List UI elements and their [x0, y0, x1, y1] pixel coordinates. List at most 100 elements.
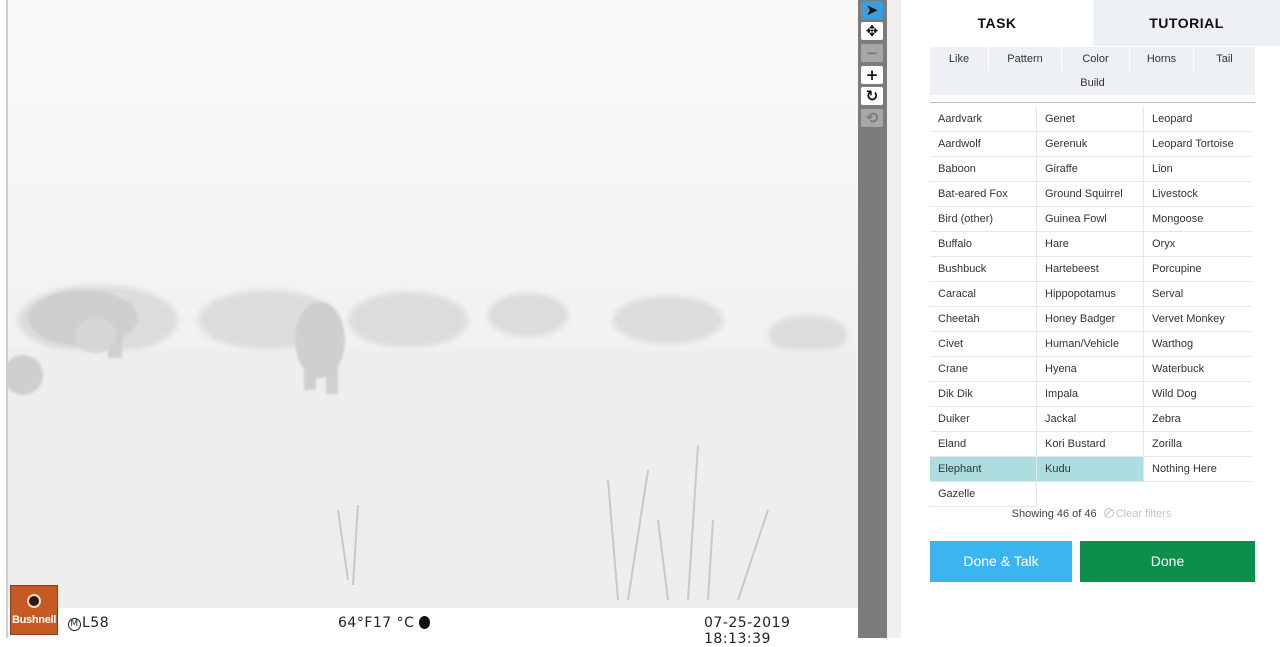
- species-waterbuck[interactable]: Waterbuck: [1144, 357, 1252, 382]
- species-warthog[interactable]: Warthog: [1144, 332, 1252, 357]
- species-caracal[interactable]: Caracal: [930, 282, 1037, 307]
- species-hartebeest[interactable]: Hartebeest: [1037, 257, 1144, 282]
- reset-icon[interactable]: ⟲: [861, 109, 883, 127]
- temperature-readout: 64°F17 °C: [338, 615, 431, 631]
- species-row: Bat-eared Fox Ground Squirrel Livestock: [930, 182, 1253, 207]
- species-hippopotamus[interactable]: Hippopotamus: [1037, 282, 1144, 307]
- species-leopard-tortoise[interactable]: Leopard Tortoise: [1144, 132, 1252, 157]
- species-row: Eland Kori Bustard Zorilla: [930, 432, 1253, 457]
- panel-divider: [887, 0, 901, 638]
- species-leopard[interactable]: Leopard: [1144, 107, 1252, 132]
- species-impala[interactable]: Impala: [1037, 382, 1144, 407]
- camera-mode-icon: M: [68, 618, 81, 631]
- species-cheetah[interactable]: Cheetah: [930, 307, 1037, 332]
- species-genet[interactable]: Genet: [1037, 107, 1144, 132]
- species-row: Gazelle: [930, 482, 1253, 507]
- clear-icon: [1103, 508, 1114, 518]
- species-row: Duiker Jackal Zebra: [930, 407, 1253, 432]
- species-lion[interactable]: Lion: [1144, 157, 1252, 182]
- move-icon[interactable]: ✥: [861, 22, 883, 40]
- species-empty-cell: [1144, 482, 1252, 507]
- species-baboon[interactable]: Baboon: [930, 157, 1037, 182]
- tab-tutorial[interactable]: TUTORIAL: [1093, 0, 1280, 46]
- camera-info-bar: M L58 64°F17 °C 07-25-2019 18:13:39: [8, 608, 858, 647]
- results-count: Showing 46 of 46: [1011, 508, 1097, 520]
- species-row: Civet Human/Vehicle Warthog: [930, 332, 1253, 357]
- species-zebra[interactable]: Zebra: [1144, 407, 1252, 432]
- image-toolbar: ➤ ✥ − + ↻ ⟲: [858, 0, 887, 638]
- species-oryx[interactable]: Oryx: [1144, 232, 1252, 257]
- species-bushbuck[interactable]: Bushbuck: [930, 257, 1037, 282]
- filter-like[interactable]: Like: [930, 47, 988, 71]
- species-porcupine[interactable]: Porcupine: [1144, 257, 1252, 282]
- species-livestock[interactable]: Livestock: [1144, 182, 1252, 207]
- species-gazelle[interactable]: Gazelle: [930, 482, 1037, 507]
- clear-filters-button[interactable]: Clear filters: [1103, 508, 1171, 520]
- species-elephant[interactable]: Elephant: [930, 457, 1037, 482]
- species-hare[interactable]: Hare: [1037, 232, 1144, 257]
- filter-divider: [930, 102, 1255, 103]
- species-vervet-monkey[interactable]: Vervet Monkey: [1144, 307, 1252, 332]
- species-empty-cell: [1037, 482, 1144, 507]
- filter-horns[interactable]: Horns: [1130, 47, 1193, 71]
- moon-phase-icon: [419, 616, 431, 629]
- species-zorilla[interactable]: Zorilla: [1144, 432, 1252, 457]
- pointer-icon[interactable]: ➤: [861, 1, 883, 19]
- filter-bar: Like Pattern Color Horns Tail Build: [930, 47, 1255, 95]
- species-eland[interactable]: Eland: [930, 432, 1037, 457]
- rotate-icon[interactable]: ↻: [861, 87, 883, 105]
- species-aardvark[interactable]: Aardvark: [930, 107, 1037, 132]
- species-row: Bird (other) Guinea Fowl Mongoose: [930, 207, 1253, 232]
- species-row: Cheetah Honey Badger Vervet Monkey: [930, 307, 1253, 332]
- species-jackal[interactable]: Jackal: [1037, 407, 1144, 432]
- species-crane[interactable]: Crane: [930, 357, 1037, 382]
- tab-task[interactable]: TASK: [901, 0, 1093, 46]
- species-aardwolf[interactable]: Aardwolf: [930, 132, 1037, 157]
- species-row: Crane Hyena Waterbuck: [930, 357, 1253, 382]
- done-and-talk-button[interactable]: Done & Talk: [930, 541, 1072, 582]
- species-serval[interactable]: Serval: [1144, 282, 1252, 307]
- filter-color[interactable]: Color: [1062, 47, 1129, 71]
- species-civet[interactable]: Civet: [930, 332, 1037, 357]
- species-honey-badger[interactable]: Honey Badger: [1037, 307, 1144, 332]
- zoom-in-icon[interactable]: +: [861, 66, 883, 84]
- species-wild-dog[interactable]: Wild Dog: [1144, 382, 1252, 407]
- filter-build[interactable]: Build: [930, 71, 1255, 95]
- species-row: Dik Dik Impala Wild Dog: [930, 382, 1253, 407]
- filter-pattern[interactable]: Pattern: [989, 47, 1061, 71]
- species-grid: Aardvark Genet Leopard Aardwolf Gerenuk Leopa…: [930, 107, 1253, 507]
- camera-trap-scene: [8, 0, 858, 638]
- species-human-vehicle[interactable]: Human/Vehicle: [1037, 332, 1144, 357]
- camera-trap-image[interactable]: [8, 0, 858, 638]
- species-duiker[interactable]: Duiker: [930, 407, 1037, 432]
- species-buffalo[interactable]: Buffalo: [930, 232, 1037, 257]
- results-status: Showing 46 of 46 Clear filters: [930, 508, 1253, 520]
- species-row: Bushbuck Hartebeest Porcupine: [930, 257, 1253, 282]
- species-row: Buffalo Hare Oryx: [930, 232, 1253, 257]
- species-row: Caracal Hippopotamus Serval: [930, 282, 1253, 307]
- task-panel: TASK TUTORIAL Like Pattern Color Horns T…: [901, 0, 1280, 638]
- bushnell-logo-mark: [27, 594, 41, 608]
- species-row: Aardwolf Gerenuk Leopard Tortoise: [930, 132, 1253, 157]
- species-hyena[interactable]: Hyena: [1037, 357, 1144, 382]
- species-row: Baboon Giraffe Lion: [930, 157, 1253, 182]
- species-dik-dik[interactable]: Dik Dik: [930, 382, 1037, 407]
- species-mongoose[interactable]: Mongoose: [1144, 207, 1252, 232]
- species-ground-squirrel[interactable]: Ground Squirrel: [1037, 182, 1144, 207]
- species-guinea-fowl[interactable]: Guinea Fowl: [1037, 207, 1144, 232]
- species-kudu[interactable]: Kudu: [1037, 457, 1144, 482]
- species-row: Aardvark Genet Leopard: [930, 107, 1253, 132]
- species-bat-eared-fox[interactable]: Bat-eared Fox: [930, 182, 1037, 207]
- camera-id: M L58: [68, 615, 109, 631]
- species-bird-other[interactable]: Bird (other): [930, 207, 1037, 232]
- bushnell-logo: Bushnell: [10, 585, 58, 635]
- subject-viewer: M L58 64°F17 °C 07-25-2019 18:13:39 Bushn…: [0, 0, 858, 647]
- species-nothing-here[interactable]: Nothing Here: [1144, 457, 1252, 482]
- zoom-out-icon[interactable]: −: [861, 44, 883, 62]
- species-giraffe[interactable]: Giraffe: [1037, 157, 1144, 182]
- species-gerenuk[interactable]: Gerenuk: [1037, 132, 1144, 157]
- species-kori-bustard[interactable]: Kori Bustard: [1037, 432, 1144, 457]
- done-button[interactable]: Done: [1080, 541, 1255, 582]
- filter-tail[interactable]: Tail: [1194, 47, 1255, 71]
- species-row: Elephant Kudu Nothing Here: [930, 457, 1253, 482]
